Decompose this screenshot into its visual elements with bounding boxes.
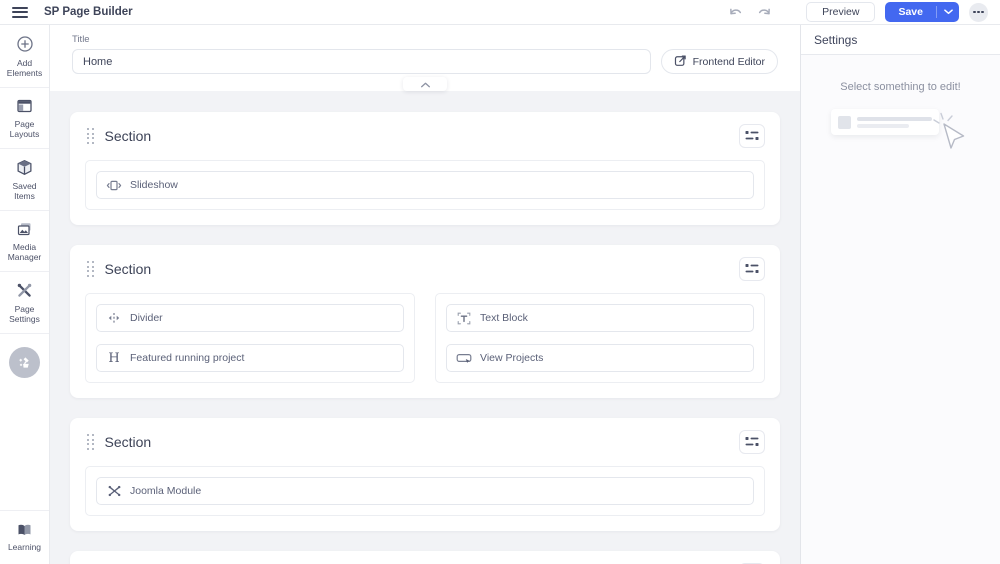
plus-circle-icon — [16, 35, 34, 53]
section-options-icon — [745, 129, 759, 144]
skeleton-thumbnail — [837, 115, 851, 129]
section-title[interactable]: Section — [105, 128, 152, 144]
book-icon — [16, 523, 33, 537]
title-field-label: Title — [72, 34, 90, 45]
section-card: Section Slideshow — [70, 112, 780, 225]
addon-slideshow[interactable]: Slideshow — [96, 171, 754, 199]
app-title: SP Page Builder — [44, 6, 133, 18]
drag-handle-icon[interactable] — [85, 432, 96, 452]
edit-external-icon — [674, 54, 687, 70]
frontend-editor-label: Frontend Editor — [692, 55, 765, 68]
button-icon — [456, 352, 472, 365]
addon-label: Text Block — [480, 312, 528, 324]
settings-panel: Settings Select something to edit! — [800, 25, 1000, 564]
sidebar-item-learning[interactable]: Learning — [0, 510, 49, 564]
section-column: Joomla Module — [85, 466, 765, 516]
magic-brush-icon — [17, 355, 32, 370]
joomla-icon — [106, 484, 122, 498]
section-card-partial: Section — [70, 551, 780, 564]
sidebar-item-label: Saved Items — [12, 181, 37, 201]
settings-panel-title: Settings — [801, 25, 1000, 55]
addon-label: Slideshow — [130, 179, 178, 191]
media-manager-icon — [16, 221, 33, 237]
ellipsis-icon[interactable] — [969, 2, 988, 22]
sidebar-item-label: Add Elements — [6, 58, 43, 78]
addon-label: Divider — [130, 312, 163, 324]
sections-list: Section Slideshow Section Divider H Feat… — [50, 91, 800, 564]
section-card: Section Joomla Module — [70, 418, 780, 531]
cursor-click-icon — [932, 112, 964, 149]
left-sidebar: Add Elements Page Layouts Saved Items Me… — [0, 25, 50, 564]
divider-icon — [106, 312, 122, 324]
section-card: Section Divider H Featured running proje… — [70, 245, 780, 398]
addon-text-block[interactable]: Text Block — [446, 304, 754, 332]
section-title[interactable]: Section — [105, 261, 152, 277]
redo-icon[interactable] — [755, 6, 774, 19]
cube-icon — [16, 159, 33, 176]
select-something-illustration — [830, 109, 971, 155]
sidebar-item-label: Page Layouts — [9, 119, 40, 139]
settings-empty-message: Select something to edit! — [840, 81, 961, 93]
undo-icon[interactable] — [726, 6, 745, 19]
frontend-editor-button[interactable]: Frontend Editor — [660, 49, 778, 74]
section-options-icon — [745, 262, 759, 277]
drag-handle-icon[interactable] — [85, 126, 96, 146]
drag-handle-icon[interactable] — [85, 259, 96, 279]
addon-joomla-module[interactable]: Joomla Module — [96, 477, 754, 505]
hamburger-icon[interactable] — [12, 6, 28, 18]
top-bar: SP Page Builder Preview Save — [0, 0, 1000, 25]
editor-canvas: Title Frontend Editor Section — [50, 25, 800, 564]
section-column: Slideshow — [85, 160, 765, 210]
section-options-button[interactable] — [739, 257, 765, 281]
addon-featured-running-project[interactable]: H Featured running project — [96, 344, 404, 372]
sidebar-item-label: Page Settings — [9, 304, 40, 324]
section-title[interactable]: Section — [105, 434, 152, 450]
chevron-up-icon — [420, 75, 431, 93]
sidebar-item-label: Learning — [7, 542, 42, 552]
sidebar-ai-tools — [0, 334, 49, 378]
addon-view-projects[interactable]: View Projects — [446, 344, 754, 372]
addon-label: Joomla Module — [130, 485, 202, 497]
sidebar-item-saved-items[interactable]: Saved Items — [0, 149, 49, 211]
addon-label: Featured running project — [130, 352, 245, 364]
sidebar-item-label: Media Manager — [7, 242, 42, 262]
chevron-down-icon[interactable] — [937, 2, 959, 22]
page-title-toolbar: Title Frontend Editor — [50, 25, 800, 91]
sidebar-item-add-elements[interactable]: Add Elements — [0, 25, 49, 88]
addon-divider[interactable]: Divider — [96, 304, 404, 332]
page-layouts-icon — [16, 98, 33, 114]
magic-brush-button[interactable] — [9, 347, 40, 378]
section-options-icon — [745, 435, 759, 450]
section-options-button[interactable] — [739, 124, 765, 148]
preview-button[interactable]: Preview — [806, 2, 876, 22]
tools-icon — [16, 282, 33, 299]
skeleton-card — [830, 109, 939, 135]
slideshow-icon — [106, 179, 122, 192]
collapse-toolbar-tab[interactable] — [403, 77, 447, 91]
section-column: Text Block View Projects — [435, 293, 765, 383]
section-column: Divider H Featured running project — [85, 293, 415, 383]
section-options-button[interactable] — [739, 430, 765, 454]
save-button-label: Save — [898, 6, 923, 18]
topbar-actions: Preview Save — [726, 2, 988, 22]
text-block-icon — [456, 312, 472, 325]
addon-label: View Projects — [480, 352, 544, 364]
save-button[interactable]: Save — [885, 2, 959, 22]
sidebar-item-media-manager[interactable]: Media Manager — [0, 211, 49, 272]
page-title-input[interactable] — [72, 49, 651, 74]
sidebar-item-page-layouts[interactable]: Page Layouts — [0, 88, 49, 149]
heading-icon: H — [108, 350, 120, 366]
sidebar-item-page-settings[interactable]: Page Settings — [0, 272, 49, 334]
